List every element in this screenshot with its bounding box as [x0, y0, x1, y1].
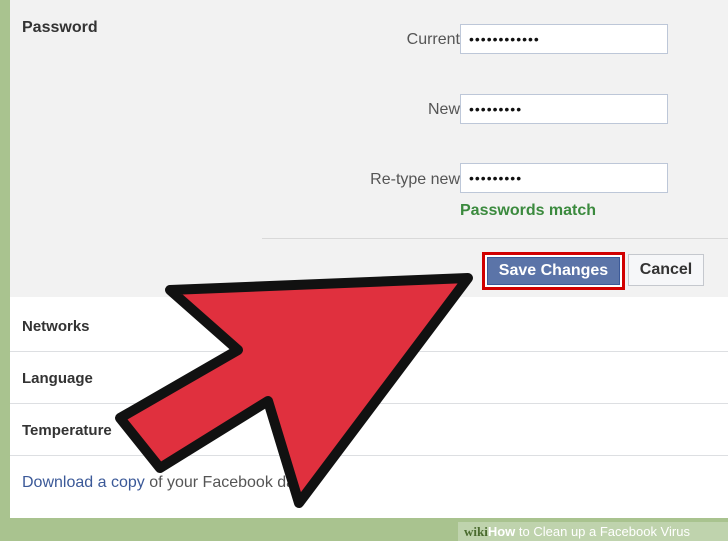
- watermark: wikiHow to Clean up a Facebook Virus: [458, 522, 728, 541]
- watermark-title: to Clean up a Facebook Virus: [515, 524, 690, 539]
- red-pointer-arrow-icon: [115, 273, 473, 508]
- watermark-how: How: [487, 524, 516, 539]
- watermark-brand: wiki: [464, 524, 488, 539]
